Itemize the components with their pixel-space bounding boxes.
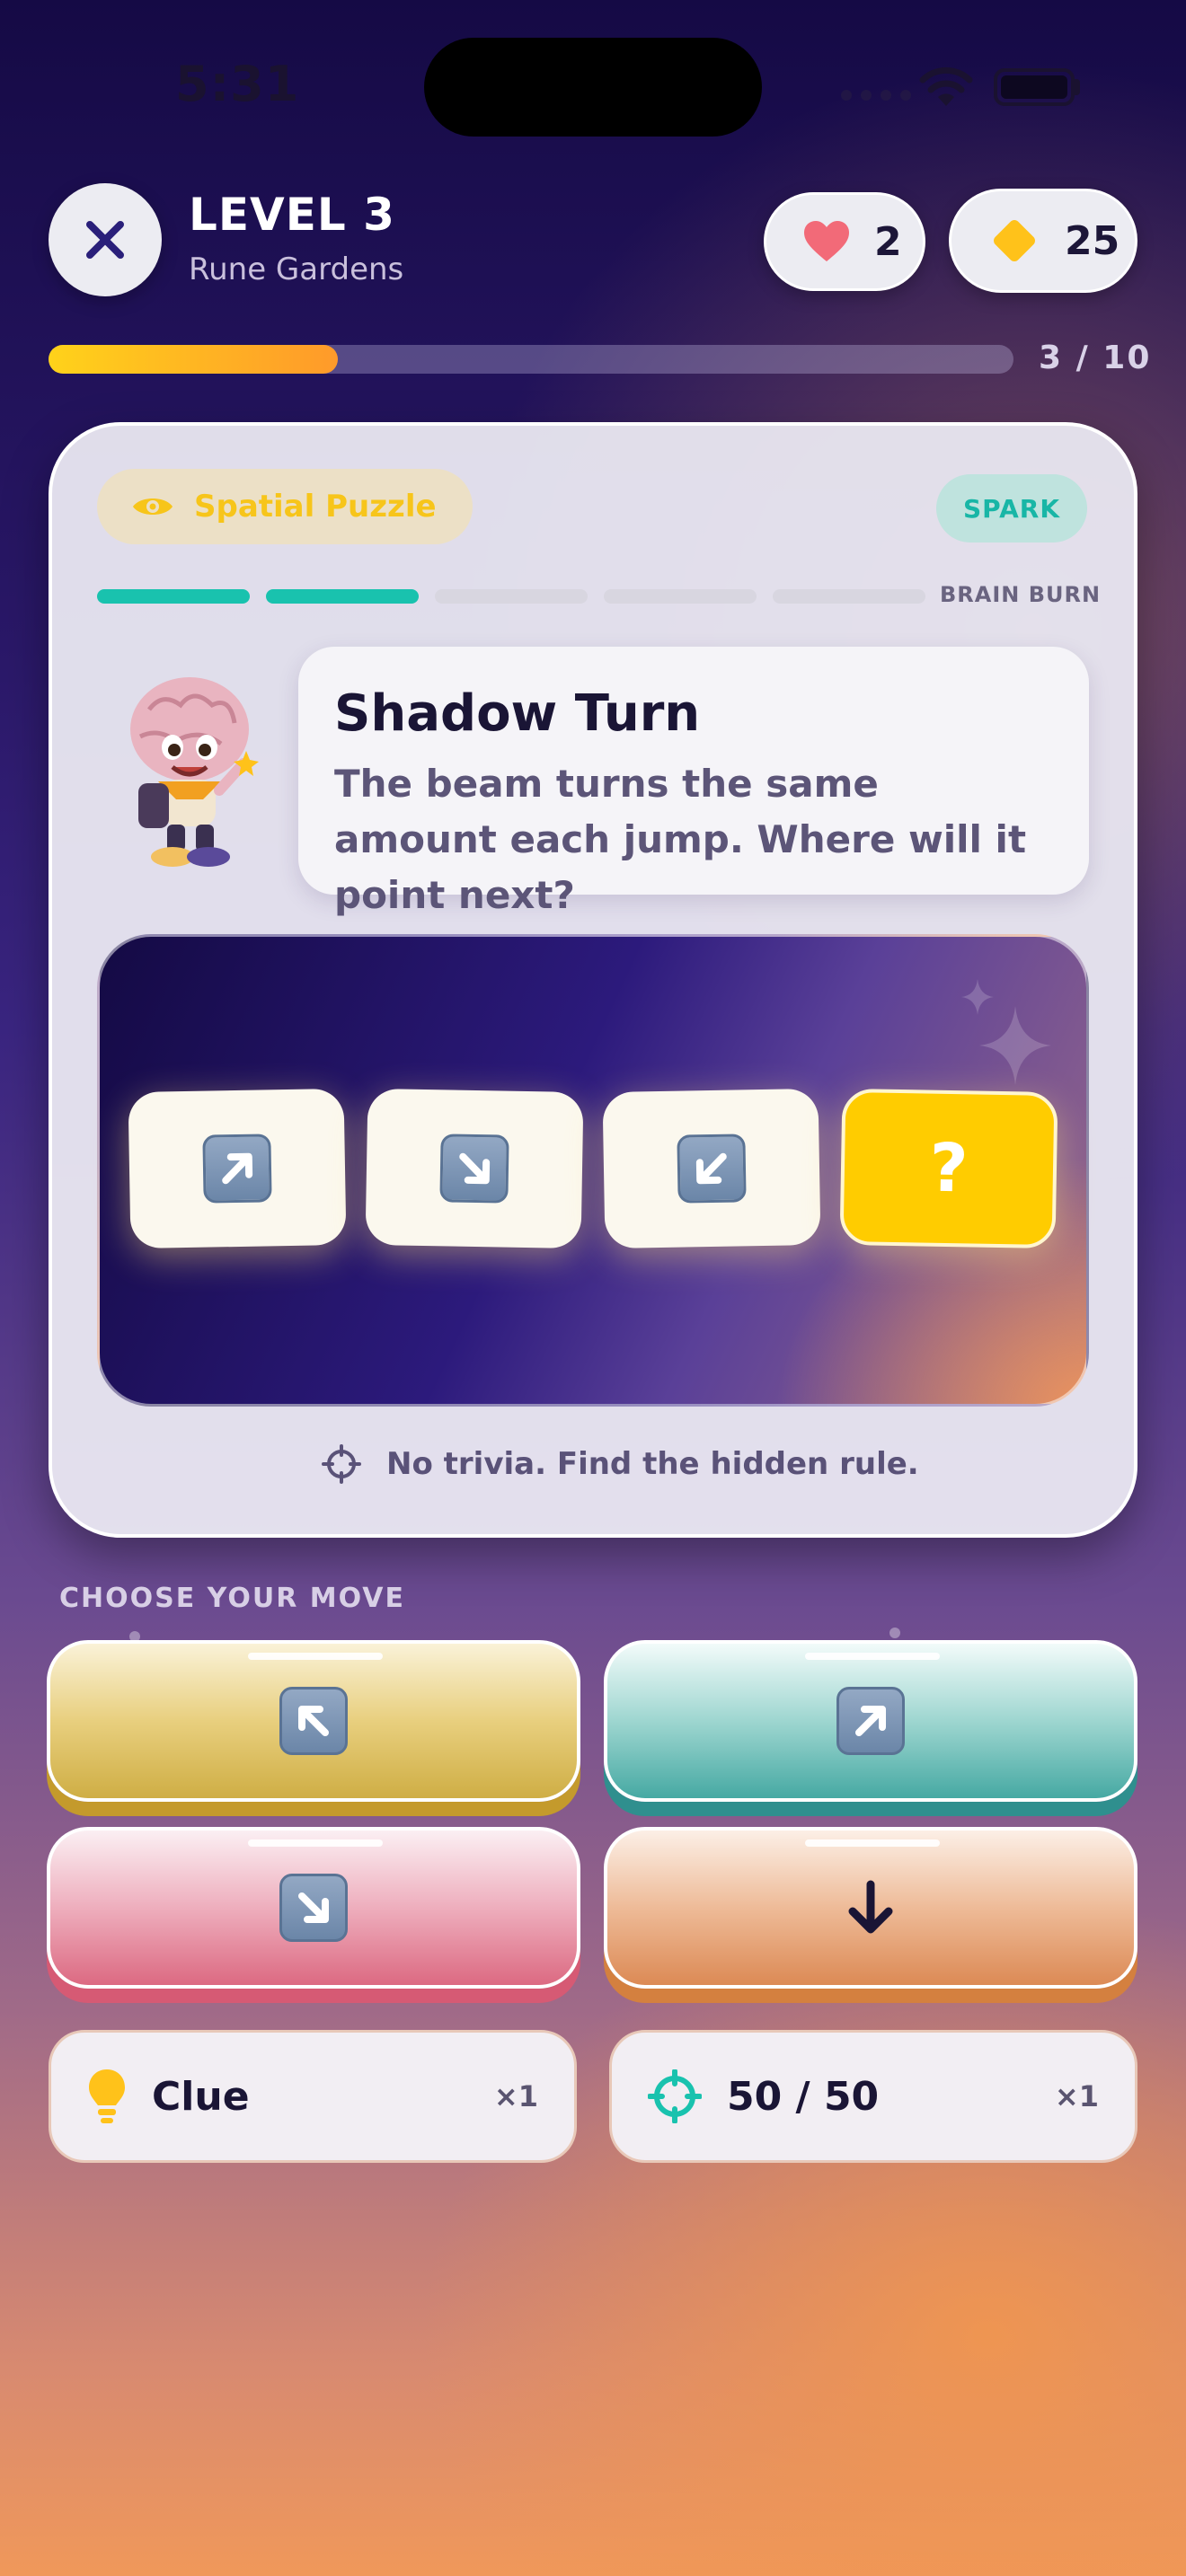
hint-row: No trivia. Find the hidden rule.: [322, 1444, 919, 1484]
choice-option-2[interactable]: [604, 1640, 1137, 1802]
gems-counter[interactable]: 25: [949, 189, 1137, 293]
arrow-up-right-icon: [836, 1687, 905, 1755]
difficulty-segment: [773, 589, 925, 604]
difficulty-scale-label: BRAIN BURN: [940, 582, 1102, 607]
brain-mascot-icon: [130, 677, 259, 867]
sequence-tile-3: [602, 1088, 821, 1249]
lives-counter[interactable]: 2: [764, 192, 925, 291]
decorative-dot: [890, 1628, 900, 1638]
arrow-down-right-icon: [279, 1874, 348, 1942]
fifty-fifty-count: ×1: [1054, 2079, 1099, 2113]
close-button[interactable]: [49, 183, 162, 296]
arrow-up-left-icon: [279, 1687, 348, 1755]
hint-text: No trivia. Find the hidden rule.: [386, 1446, 919, 1482]
lightbulb-icon: [89, 2069, 125, 2123]
arrow-down-icon: [848, 1880, 893, 1934]
crosshair-icon: [648, 2069, 702, 2123]
category-badge: Spatial Puzzle: [97, 469, 473, 544]
difficulty-segment: [266, 589, 419, 604]
arrow-down-left-icon: [677, 1134, 747, 1204]
cellular-signal-icon: [841, 90, 911, 101]
difficulty-tag: SPARK: [936, 474, 1087, 543]
clue-powerup-button[interactable]: Clue ×1: [49, 2030, 577, 2163]
fifty-fifty-label: 50 / 50: [727, 2073, 880, 2120]
choice-option-4[interactable]: [604, 1827, 1137, 1989]
gems-count: 25: [1065, 217, 1120, 264]
difficulty-segment: [97, 589, 250, 604]
difficulty-segment: [604, 589, 757, 604]
heart-icon: [804, 221, 849, 261]
close-icon: [86, 221, 124, 259]
arrow-up-right-icon: [202, 1134, 272, 1204]
choice-option-1[interactable]: [47, 1640, 580, 1802]
world-name: Rune Gardens: [189, 251, 404, 287]
battery-icon: [994, 68, 1075, 106]
puzzle-title: Shadow Turn: [334, 684, 701, 743]
choices-heading: CHOOSE YOUR MOVE: [59, 1583, 405, 1614]
sequence-tile-1: [128, 1088, 347, 1249]
progress-fill: [49, 345, 338, 374]
progress-label: 3 / 10: [1039, 340, 1152, 376]
sequence-tile-unknown: ?: [839, 1088, 1058, 1249]
dynamic-island: [424, 38, 762, 137]
clue-count: ×1: [493, 2079, 538, 2113]
puzzle-description: The beam turns the same amount each jump…: [334, 762, 1027, 917]
lives-count: 2: [874, 218, 902, 265]
arrow-down-right-icon: [439, 1134, 509, 1204]
sparkle-icon: [961, 979, 1051, 1085]
eye-icon: [133, 498, 173, 515]
question-icon: ?: [928, 1129, 969, 1208]
sequence-tile-2: [365, 1088, 584, 1249]
choice-option-3[interactable]: [47, 1827, 580, 1989]
gem-icon: [994, 220, 1035, 261]
wifi-icon: [919, 66, 973, 106]
fifty-fifty-powerup-button[interactable]: 50 / 50 ×1: [609, 2030, 1137, 2163]
clue-label: Clue: [152, 2073, 250, 2120]
battery-tip: [1075, 79, 1080, 95]
level-title: LEVEL 3: [189, 189, 395, 241]
status-time: 5:31: [175, 56, 300, 112]
difficulty-segment: [435, 589, 588, 604]
crosshair-icon: [322, 1444, 361, 1484]
category-label: Spatial Puzzle: [194, 489, 437, 525]
